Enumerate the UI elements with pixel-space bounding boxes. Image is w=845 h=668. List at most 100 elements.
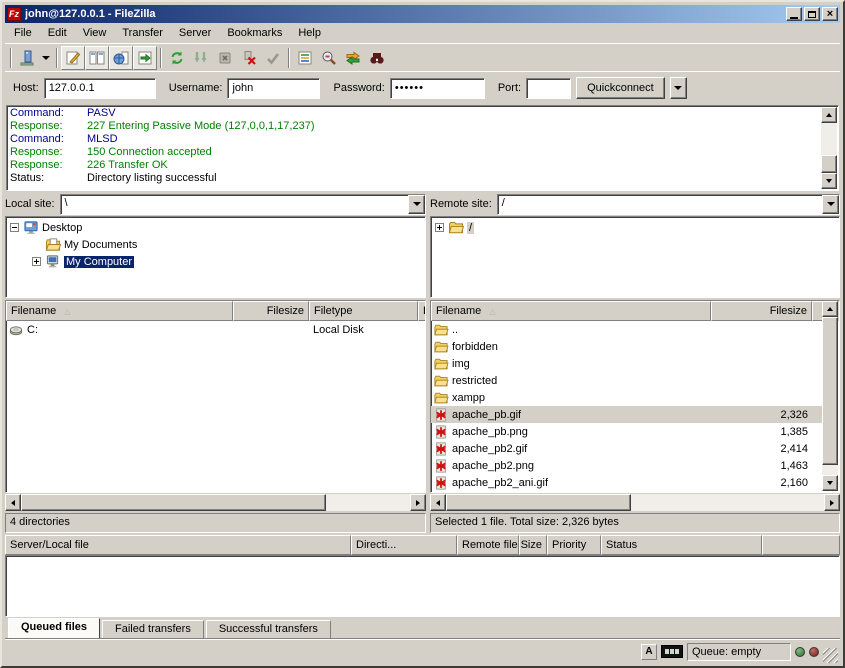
resize-grip[interactable] [823, 648, 838, 663]
speed-limit-icon[interactable] [661, 645, 683, 658]
remote-site-label: Remote site: [430, 198, 492, 210]
remote-row[interactable]: .. [431, 321, 823, 338]
local-site-dropdown-button[interactable] [408, 195, 425, 214]
tree-item-desktop[interactable]: Desktop [10, 219, 425, 236]
cancel-button[interactable] [213, 46, 237, 70]
scroll-down-button[interactable] [822, 475, 838, 491]
column-header-server-local-file[interactable]: Server/Local file [5, 535, 351, 555]
host-input[interactable] [44, 78, 156, 99]
filter-button[interactable] [293, 46, 317, 70]
scroll-left-button[interactable] [430, 494, 446, 511]
menu-view[interactable]: View [75, 25, 115, 41]
scroll-down-button[interactable] [821, 173, 837, 189]
scrollbar-thumb[interactable] [446, 494, 631, 511]
expand-icon[interactable] [435, 223, 444, 232]
scroll-up-button[interactable] [821, 107, 837, 123]
remote-row[interactable]: apache_pb2.png 1,463 [431, 457, 823, 474]
queue-header: Server/Local file Directi... Remote file… [5, 535, 840, 555]
scroll-up-button[interactable] [822, 301, 838, 317]
host-label: Host: [13, 82, 39, 94]
column-header-direction[interactable]: Directi... [351, 535, 457, 555]
tree-item-root[interactable]: / [435, 219, 839, 236]
column-header-filesize[interactable]: Filesize [233, 301, 309, 321]
quickconnect-dropdown-button[interactable] [670, 77, 687, 99]
toggle-remote-tree-button[interactable] [109, 46, 133, 70]
folder-icon [433, 340, 449, 354]
toggle-local-tree-button[interactable] [85, 46, 109, 70]
remote-row[interactable]: apache_pb.png 1,385 [431, 423, 823, 440]
toolbar-separator [56, 48, 58, 68]
remote-vertical-scrollbar[interactable] [822, 301, 838, 491]
menu-transfer[interactable]: Transfer [114, 25, 171, 41]
minimize-button[interactable] [786, 7, 802, 21]
column-header-filename[interactable]: Filename△ [431, 301, 711, 321]
log-scrollbar[interactable] [821, 107, 837, 189]
arrow-down-icon [826, 179, 832, 183]
scrollbar-thumb[interactable] [821, 155, 837, 173]
scroll-right-button[interactable] [824, 494, 840, 511]
password-input[interactable] [390, 78, 485, 99]
scroll-left-button[interactable] [5, 494, 21, 511]
remote-row-selected[interactable]: apache_pb.gif 2,326 [431, 406, 823, 423]
column-header-remote-file[interactable]: Remote file [457, 535, 519, 555]
remote-row[interactable]: apache_pb2_ani.gif 2,160 [431, 474, 823, 491]
menu-file[interactable]: File [6, 25, 40, 41]
site-manager-button[interactable] [15, 46, 39, 70]
remote-site-dropdown-button[interactable] [822, 195, 839, 214]
tree-item-my-computer[interactable]: My Computer [10, 253, 425, 270]
remote-site-combobox[interactable]: / [497, 194, 840, 215]
disconnect-button[interactable] [237, 46, 261, 70]
file-size [233, 321, 309, 338]
remote-row[interactable]: forbidden [431, 338, 823, 355]
scrollbar-thumb[interactable] [21, 494, 326, 511]
scroll-right-button[interactable] [410, 494, 426, 511]
tab-queued-files[interactable]: Queued files [8, 618, 100, 639]
remote-row[interactable]: img [431, 355, 823, 372]
refresh-button[interactable] [165, 46, 189, 70]
username-input[interactable] [227, 78, 320, 99]
maximize-button[interactable] [804, 7, 820, 21]
apply-button[interactable] [261, 46, 285, 70]
expand-icon[interactable] [32, 257, 41, 266]
collapse-icon[interactable] [10, 223, 19, 232]
local-site-combobox[interactable]: \ [60, 194, 426, 215]
compare-directories-button[interactable] [317, 46, 341, 70]
site-manager-dropdown-button[interactable] [39, 46, 53, 70]
column-header-filetype[interactable]: Filetype [309, 301, 418, 321]
process-queue-button[interactable] [189, 46, 213, 70]
port-input[interactable] [526, 78, 571, 99]
close-button[interactable]: × [822, 7, 838, 21]
tab-failed-transfers[interactable]: Failed transfers [102, 620, 204, 639]
sort-ascending-icon: △ [489, 307, 495, 316]
column-header-priority[interactable]: Priority [547, 535, 601, 555]
column-header-filesize[interactable]: Filesize [711, 301, 812, 321]
synchronized-browsing-button[interactable] [341, 46, 365, 70]
column-header-last-modified[interactable]: L [418, 301, 426, 321]
log-line: Command:MLSD [10, 133, 820, 146]
find-files-button[interactable] [365, 46, 389, 70]
local-horizontal-scrollbar[interactable] [5, 494, 426, 511]
menu-edit[interactable]: Edit [40, 25, 75, 41]
column-header-filename[interactable]: Filename△ [6, 301, 233, 321]
tree-item-my-documents[interactable]: My Documents [10, 236, 425, 253]
menu-bookmarks[interactable]: Bookmarks [219, 25, 290, 41]
remote-horizontal-scrollbar[interactable] [430, 494, 840, 511]
title-bar[interactable]: Fz john@127.0.0.1 - FileZilla × [5, 5, 840, 23]
toggle-log-button[interactable] [61, 46, 85, 70]
tab-successful-transfers[interactable]: Successful transfers [206, 620, 331, 639]
transfer-type-indicator[interactable]: A [641, 644, 657, 660]
column-header-size[interactable]: Size [519, 535, 547, 555]
column-header-status[interactable]: Status [601, 535, 762, 555]
my-documents-icon [45, 237, 61, 252]
remote-row[interactable]: restricted [431, 372, 823, 389]
menu-server[interactable]: Server [171, 25, 219, 41]
remote-row[interactable]: apache_pb2.gif 2,414 [431, 440, 823, 457]
quickconnect-button[interactable]: Quickconnect [576, 77, 665, 99]
close-icon: × [827, 10, 833, 19]
remote-row[interactable]: xampp [431, 389, 823, 406]
local-row-c-drive[interactable]: C: Local Disk [6, 321, 425, 338]
scrollbar-thumb[interactable] [822, 317, 838, 465]
folder-icon [433, 323, 449, 337]
toggle-queue-button[interactable] [133, 46, 157, 70]
menu-help[interactable]: Help [290, 25, 329, 41]
